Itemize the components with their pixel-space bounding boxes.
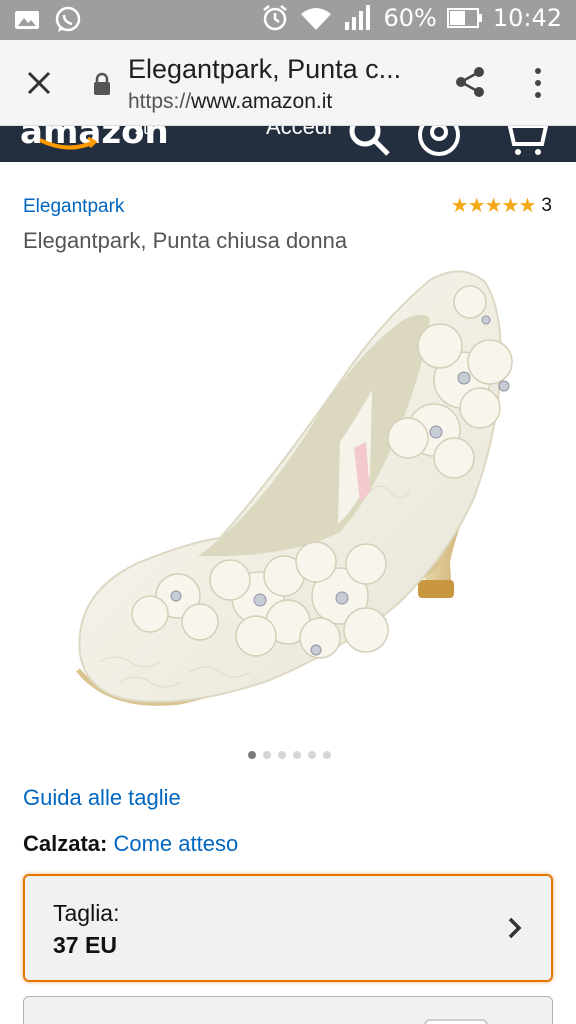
- sign-in-link[interactable]: Accedi: [266, 126, 332, 140]
- color-thumbnail: [424, 1019, 488, 1024]
- color-selector[interactable]: [23, 996, 553, 1024]
- status-bar: 60% 10:42: [0, 0, 576, 40]
- rating[interactable]: ★★★★★ 3: [451, 193, 552, 218]
- url-host: www.amazon.it: [191, 90, 333, 113]
- fit-value-link[interactable]: Come atteso: [113, 831, 238, 856]
- brand-link[interactable]: Elegantpark: [23, 196, 124, 218]
- more-vert-icon[interactable]: [528, 66, 548, 100]
- star-rating-icon: ★★★★★: [450, 195, 537, 217]
- amazon-header: amazon .it Accedi: [0, 126, 576, 162]
- clock: 10:42: [492, 4, 562, 32]
- close-icon[interactable]: [22, 66, 56, 100]
- image-icon: [15, 11, 39, 29]
- image-carousel-dots[interactable]: [248, 751, 331, 759]
- size-value: 37 EU: [53, 932, 117, 958]
- carousel-dot[interactable]: [248, 751, 256, 759]
- lock-icon: [94, 72, 110, 95]
- carousel-dot[interactable]: [293, 751, 301, 759]
- carousel-dot[interactable]: [278, 751, 286, 759]
- carousel-dot[interactable]: [323, 751, 331, 759]
- amazon-logo-tld: .it: [134, 126, 149, 138]
- size-label: Taglia:: [53, 900, 120, 926]
- fit-label: Calzata:: [23, 831, 108, 856]
- signal-icon: [345, 5, 371, 30]
- product-image[interactable]: [70, 262, 540, 740]
- cart-icon[interactable]: [498, 126, 548, 158]
- carousel-dot[interactable]: [263, 751, 271, 759]
- fit-row: Calzata: Come atteso: [23, 831, 238, 857]
- size-selector[interactable]: Taglia: 37 EU: [23, 874, 553, 982]
- user-icon[interactable]: [416, 126, 462, 158]
- battery-icon: [446, 8, 482, 28]
- wifi-icon: [301, 8, 332, 30]
- size-guide-link[interactable]: Guida alle taglie: [23, 785, 181, 811]
- rating-count: 3: [541, 194, 552, 216]
- browser-toolbar: Elegantpark, Punta c... https://www.amaz…: [0, 40, 576, 126]
- page-title: Elegantpark, Punta c...: [128, 54, 402, 84]
- url-scheme: https://: [128, 90, 192, 113]
- url-bar[interactable]: https://www.amazon.it: [128, 90, 332, 114]
- chevron-right-icon: [508, 917, 522, 939]
- amazon-smile-icon: [39, 136, 98, 150]
- share-icon[interactable]: [452, 64, 488, 100]
- battery-percent: 60%: [383, 4, 437, 32]
- alarm-icon: [263, 5, 288, 31]
- search-icon[interactable]: [346, 126, 392, 158]
- product-title: Elegantpark, Punta chiusa donna: [23, 228, 348, 253]
- carousel-dot[interactable]: [308, 751, 316, 759]
- whatsapp-icon: [55, 6, 81, 32]
